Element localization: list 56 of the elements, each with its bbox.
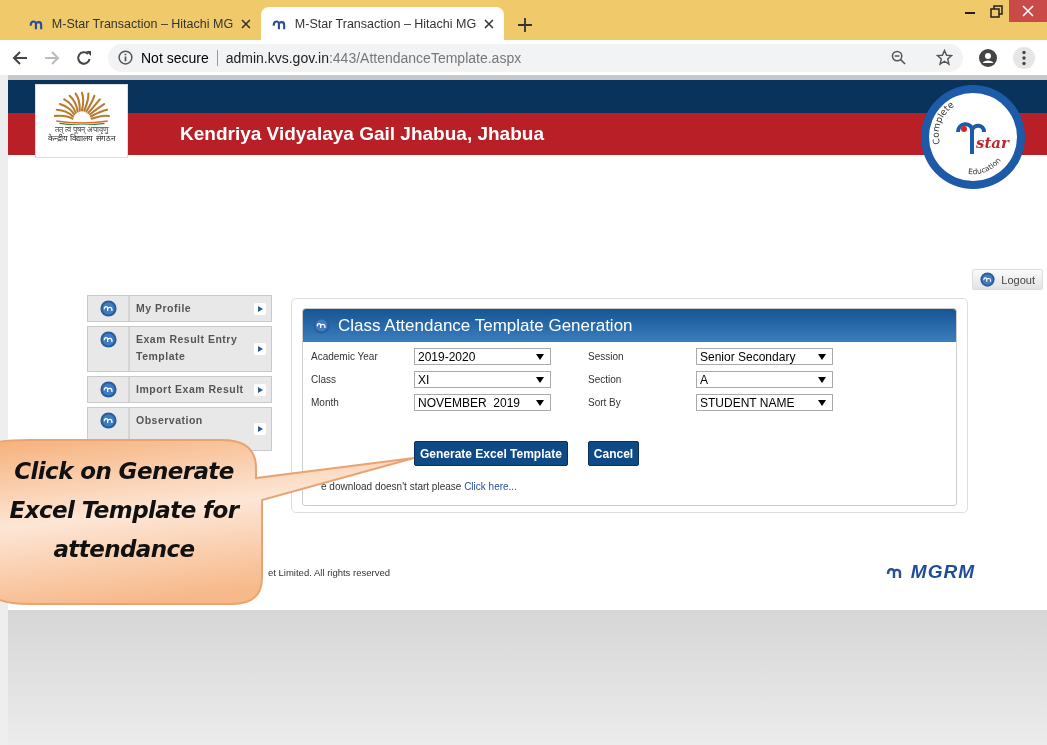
brand-logo: MGRM bbox=[880, 561, 975, 583]
swirl-icon bbox=[99, 381, 117, 398]
logo-caption: केन्द्रीय विद्यालय संगठन bbox=[48, 134, 115, 144]
logout-button[interactable]: Logout bbox=[972, 269, 1043, 290]
swirl-icon bbox=[99, 331, 117, 348]
sidebar-menu-item[interactable]: My Profile bbox=[87, 295, 272, 322]
download-note: e download doesn't start please Click here... bbox=[321, 481, 518, 492]
tab-title: M-Star Transaction – Hitachi MG bbox=[51, 16, 234, 31]
dropdown-field[interactable]: XI bbox=[414, 371, 551, 388]
dropdown-field[interactable]: STUDENT NAME bbox=[696, 394, 833, 411]
security-label[interactable]: Not secure bbox=[141, 49, 209, 66]
arrow-right-icon bbox=[254, 383, 266, 396]
tab-title: M-Star Transaction – Hitachi MG bbox=[294, 16, 477, 31]
swirl-icon bbox=[99, 412, 117, 429]
caret-down-icon bbox=[536, 376, 544, 383]
sidebar-menu-item[interactable]: Import Exam Result bbox=[87, 376, 272, 403]
arrow-right-icon bbox=[254, 302, 266, 315]
info-icon[interactable] bbox=[118, 50, 133, 65]
caret-down-icon bbox=[818, 399, 826, 406]
close-icon[interactable] bbox=[241, 18, 251, 29]
dropdown-field[interactable]: A bbox=[696, 371, 833, 388]
zoom-out-icon[interactable] bbox=[891, 50, 906, 65]
dropdown-field[interactable]: NOVEMBER 2019 bbox=[414, 394, 551, 411]
back-arrow-icon[interactable] bbox=[12, 49, 28, 66]
swirl-icon bbox=[313, 317, 330, 334]
caret-down-icon bbox=[536, 399, 544, 406]
swirl-icon bbox=[99, 300, 117, 317]
caret-down-icon bbox=[818, 376, 826, 383]
field-label: Section bbox=[588, 374, 623, 385]
close-icon[interactable] bbox=[484, 18, 494, 29]
field-label: Month bbox=[311, 397, 340, 408]
generate-button[interactable]: Generate Excel Template bbox=[414, 441, 568, 466]
address-field[interactable]: admin.kvs.gov.in:443/AttendanceTemplate.aspx bbox=[225, 49, 522, 66]
new-tab-icon[interactable] bbox=[518, 18, 532, 32]
account-icon[interactable] bbox=[979, 48, 997, 67]
dropdown-field[interactable]: 2019-2020 bbox=[414, 348, 551, 365]
sidebar-menu-item[interactable]: Exam Result Entry Template bbox=[87, 326, 272, 372]
star-icon[interactable] bbox=[936, 49, 953, 66]
menu-icon[interactable] bbox=[1013, 46, 1035, 69]
browser-tab[interactable]: M-Star Transaction – Hitachi MG bbox=[261, 7, 504, 40]
cancel-button[interactable]: Cancel bbox=[587, 441, 640, 466]
field-label: Academic Year bbox=[311, 351, 379, 362]
site-title: Kendriya Vidyalaya Gail Jhabua, Jhabua bbox=[180, 123, 544, 145]
arrow-right-icon bbox=[254, 423, 266, 435]
reload-icon[interactable] bbox=[76, 49, 92, 66]
caret-down-icon bbox=[818, 353, 826, 360]
field-label: Sort By bbox=[588, 397, 622, 408]
dropdown-field[interactable]: Senior Secondary bbox=[696, 348, 833, 365]
copyright-text: et Limited. All rights reserved bbox=[268, 566, 391, 578]
field-label: Session bbox=[588, 351, 625, 362]
panel-title: Class Attendance Template Generation bbox=[338, 315, 633, 336]
arrow-right-icon bbox=[254, 343, 266, 355]
callout-text: Click on Generate Excel Template for attendance bbox=[8, 457, 242, 564]
caret-down-icon bbox=[536, 353, 544, 360]
field-label: Class bbox=[311, 374, 337, 385]
download-link[interactable]: Click here... bbox=[464, 481, 517, 492]
